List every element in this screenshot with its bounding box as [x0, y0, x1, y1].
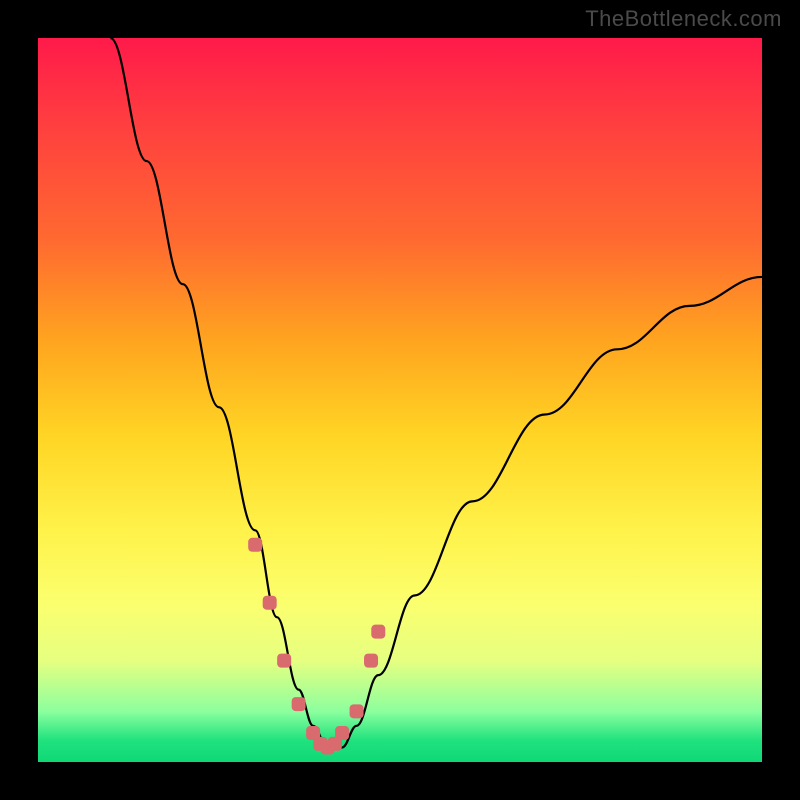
marker-point — [263, 596, 277, 610]
marker-point — [364, 654, 378, 668]
curve-svg — [38, 38, 762, 762]
marker-point — [248, 538, 262, 552]
marker-point — [277, 654, 291, 668]
marker-point — [350, 704, 364, 718]
marker-point — [335, 726, 349, 740]
chart-frame: TheBottleneck.com — [0, 0, 800, 800]
bottleneck-curve — [110, 38, 762, 748]
marker-point — [371, 625, 385, 639]
highlight-markers — [248, 538, 385, 755]
plot-area — [38, 38, 762, 762]
site-watermark: TheBottleneck.com — [585, 6, 782, 32]
marker-point — [292, 697, 306, 711]
